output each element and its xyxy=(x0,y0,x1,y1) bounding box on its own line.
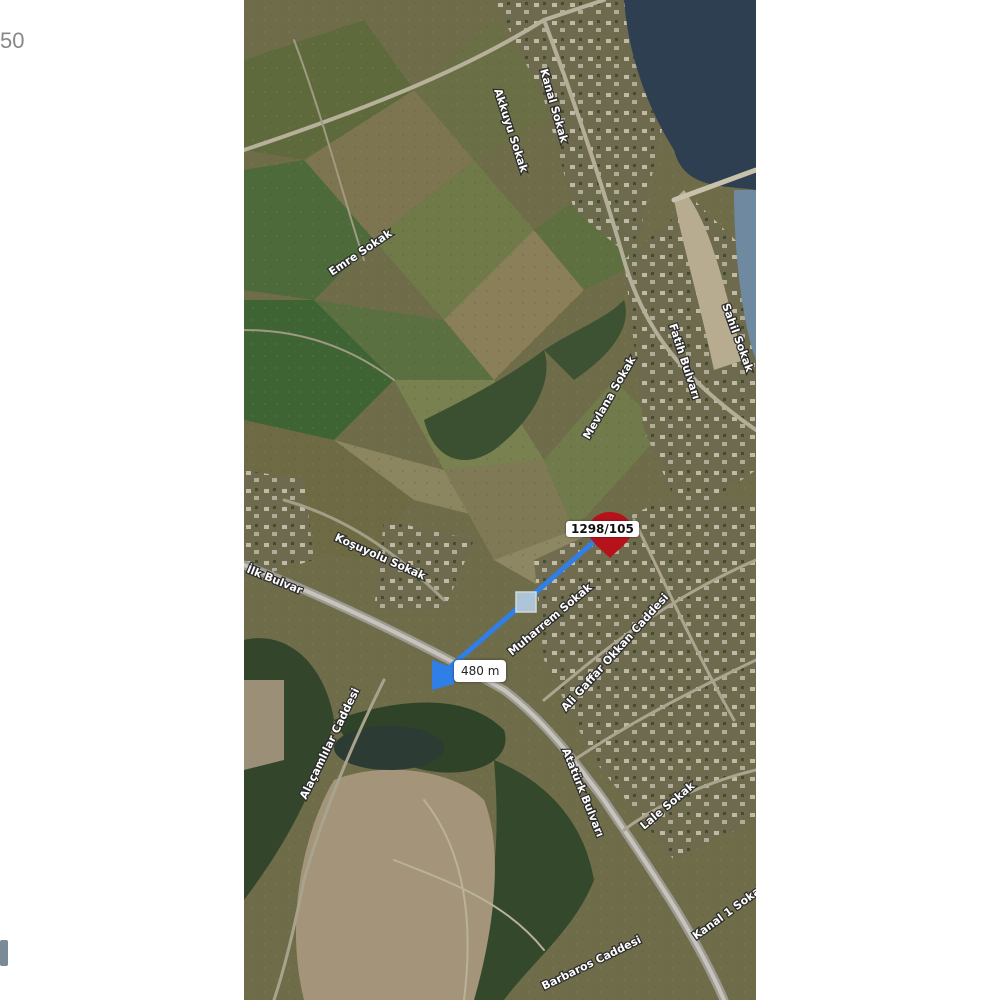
parcel-label[interactable]: 1298/105 xyxy=(566,521,639,537)
satellite-map[interactable]: Emre Sokak Akkuyu Sokak Kanal Sokak Mevl… xyxy=(244,0,756,1000)
drag-handle-icon[interactable] xyxy=(515,591,537,613)
edge-fragment-icon xyxy=(0,940,8,966)
map-canvas[interactable]: Emre Sokak Akkuyu Sokak Kanal Sokak Mevl… xyxy=(244,0,756,1000)
distance-label[interactable]: 480 m xyxy=(454,660,507,682)
page-fragment-text: 50 xyxy=(0,28,25,53)
